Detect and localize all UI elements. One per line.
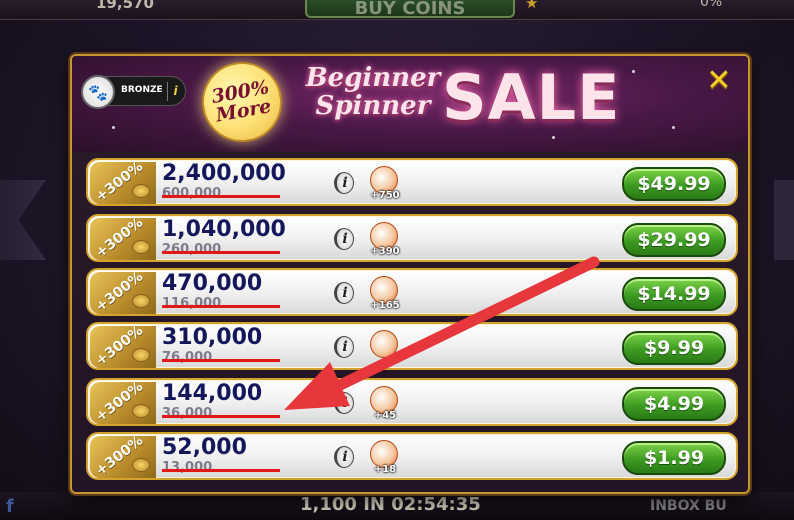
tier-dog-icon: 🐾 — [81, 75, 115, 109]
buy-price-button[interactable]: $9.99 — [622, 331, 726, 365]
pet-bonus: +390 — [370, 246, 400, 257]
info-icon[interactable]: i — [334, 392, 354, 414]
strikethrough-line — [162, 251, 280, 254]
info-icon[interactable]: i — [334, 446, 354, 468]
sparkle-decoration — [112, 126, 115, 129]
info-icon[interactable]: i — [334, 336, 354, 358]
tier-info-icon[interactable]: i — [167, 82, 183, 101]
coin-amount: 2,400,000 — [162, 161, 286, 186]
coin-amount: 52,000 — [162, 435, 247, 460]
old-coin-amount: 260,000 — [162, 242, 222, 257]
background-bonus-timer: 1,100 IN 02:54:35 — [300, 494, 481, 515]
buy-price-button[interactable]: $14.99 — [622, 277, 726, 311]
old-coin-amount: 13,000 — [162, 460, 213, 475]
background-percent: 0% — [700, 0, 723, 10]
package-row-1[interactable]: +300% 2,400,000 600,000 i +750 $49.99 — [86, 158, 738, 206]
coin-icon — [132, 348, 150, 362]
title-line-spinner: Spinner — [315, 91, 431, 121]
sale-modal: 🐾 BRONZE i 300% More Beginner Spinner SA… — [70, 54, 750, 494]
coin-amount: 310,000 — [162, 325, 263, 350]
close-icon[interactable]: ✕ — [704, 66, 734, 96]
bonus-ribbon: +300% — [90, 436, 156, 478]
background-buy-coins-button: BUY COINS — [305, 0, 515, 19]
title-beginner-spinner: Beginner Spinner — [298, 64, 448, 120]
strikethrough-line — [162, 305, 280, 308]
tier-badge[interactable]: 🐾 BRONZE i — [81, 75, 186, 109]
package-row-5[interactable]: +300% 144,000 36,000 i +45 $4.99 — [86, 378, 738, 426]
sparkle-decoration — [672, 126, 675, 129]
pet-icon — [370, 330, 398, 358]
title-line-beginner: Beginner — [305, 63, 441, 93]
strikethrough-line — [162, 415, 280, 418]
background-bottom-bar: f 1,100 IN 02:54:35 INBOX BU — [0, 492, 794, 520]
coin-icon — [132, 294, 150, 308]
facebook-icon: f — [6, 496, 14, 517]
strikethrough-line — [162, 195, 280, 198]
info-icon[interactable]: i — [334, 172, 354, 194]
buy-price-button[interactable]: $49.99 — [622, 167, 726, 201]
package-row-2[interactable]: +300% 1,040,000 260,000 i +390 $29.99 — [86, 214, 738, 262]
buy-price-button[interactable]: $29.99 — [622, 223, 726, 257]
old-coin-amount: 36,000 — [162, 406, 213, 421]
sale-header: 🐾 BRONZE i 300% More Beginner Spinner SA… — [72, 56, 748, 152]
pet-bonus: +18 — [373, 464, 397, 475]
info-icon[interactable]: i — [334, 228, 354, 250]
background-right-arrow — [774, 180, 794, 260]
pet-bonus: +165 — [370, 300, 400, 311]
background-coin-balance: 19,570 — [96, 0, 154, 12]
old-coin-amount: 76,000 — [162, 350, 213, 365]
title-sale: SALE — [442, 61, 621, 134]
info-icon[interactable]: i — [334, 282, 354, 304]
old-coin-amount: 600,000 — [162, 186, 222, 201]
coin-amount: 144,000 — [162, 381, 263, 406]
sparkle-decoration — [632, 70, 635, 73]
background-left-arrow — [0, 180, 46, 260]
coin-icon — [132, 240, 150, 254]
sparkle-decoration — [552, 136, 555, 139]
old-coin-amount: 116,000 — [162, 296, 222, 311]
buy-price-button[interactable]: $4.99 — [622, 387, 726, 421]
coin-icon — [132, 404, 150, 418]
pet-bonus: +750 — [370, 190, 400, 201]
coin-amount: 470,000 — [162, 271, 263, 296]
strikethrough-line — [162, 359, 280, 362]
bonus-ribbon: +300% — [90, 162, 156, 204]
package-row-3[interactable]: +300% 470,000 116,000 i +165 $14.99 — [86, 268, 738, 316]
background-inbox: INBOX BU — [650, 498, 727, 514]
coin-amount: 1,040,000 — [162, 217, 286, 242]
bonus-ribbon: +300% — [90, 382, 156, 424]
package-row-6[interactable]: +300% 52,000 13,000 i +18 $1.99 — [86, 432, 738, 480]
strikethrough-line — [162, 469, 280, 472]
coin-icon — [132, 184, 150, 198]
bonus-ribbon: +300% — [90, 326, 156, 368]
coin-icon — [132, 458, 150, 472]
bonus-ribbon: +300% — [90, 218, 156, 260]
bonus-badge: 300% More — [195, 56, 289, 149]
package-row-4[interactable]: +300% 310,000 76,000 i $9.99 — [86, 322, 738, 370]
tier-label: BRONZE — [121, 85, 163, 95]
background-top-bar: 19,570 BUY COINS ★ 0% — [0, 0, 794, 20]
pet-bonus: +45 — [373, 410, 397, 421]
bonus-ribbon: +300% — [90, 272, 156, 314]
star-icon: ★ — [525, 0, 539, 12]
buy-price-button[interactable]: $1.99 — [622, 441, 726, 475]
